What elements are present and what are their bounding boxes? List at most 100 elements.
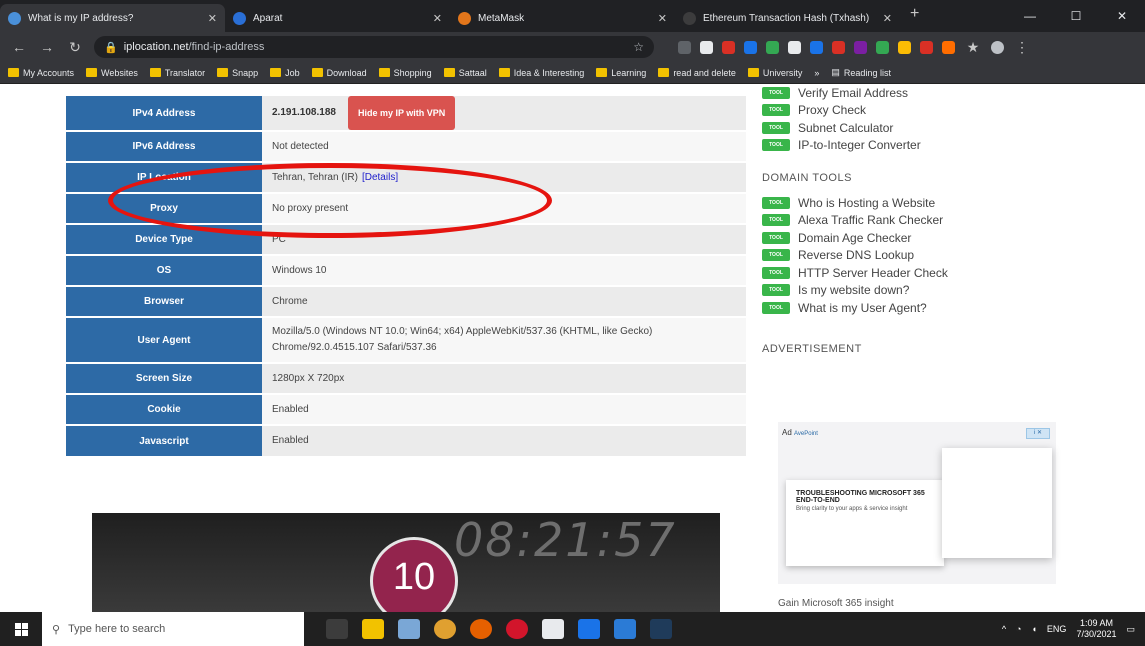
tool-link[interactable]: TOOL Verify Email Address xyxy=(762,84,1082,102)
window-controls: — ☐ ✕ xyxy=(1007,0,1145,32)
row-value: Not detected xyxy=(272,140,329,152)
app-icon[interactable] xyxy=(398,619,420,639)
taskbar-clock[interactable]: 1:09 AM 7/30/2021 xyxy=(1076,618,1116,640)
reload-icon[interactable]: ↻ xyxy=(66,39,84,56)
new-tab-button[interactable]: + xyxy=(900,5,929,28)
ad-choices-icon[interactable]: i ✕ xyxy=(1026,428,1050,439)
extension-icon[interactable] xyxy=(854,40,867,54)
details-link[interactable]: [Details] xyxy=(362,172,398,183)
reading-list[interactable]: ▤ Reading list xyxy=(831,67,891,78)
row-value-cell: No proxy present xyxy=(262,192,746,224)
tool-badge-icon: TOOL xyxy=(762,301,790,314)
extension-icon[interactable] xyxy=(678,40,691,54)
bookmark-folder[interactable]: Job xyxy=(270,68,300,78)
hide-ip-vpn-button[interactable]: Hide my IP with VPN xyxy=(347,96,456,130)
network-icon[interactable]: ◔ xyxy=(1016,624,1021,634)
bookmark-folder[interactable]: Websites xyxy=(86,68,138,78)
tool-link[interactable]: TOOL Proxy Check xyxy=(762,102,1082,120)
extension-icon[interactable] xyxy=(876,40,889,54)
forward-icon[interactable]: → xyxy=(38,39,56,55)
bookmark-folder[interactable]: Translator xyxy=(149,68,205,78)
browser-tab[interactable]: MetaMask ✕ xyxy=(450,4,675,32)
bookmark-folder[interactable]: Snapp xyxy=(217,68,258,78)
extension-icon[interactable] xyxy=(744,40,757,54)
tool-link[interactable]: TOOL Who is Hosting a Website xyxy=(762,194,1082,212)
notifications-icon[interactable]: ▭ xyxy=(1126,624,1135,635)
bookmark-folder[interactable]: My Accounts xyxy=(8,68,74,78)
extension-icon[interactable] xyxy=(722,40,735,54)
minimize-button[interactable]: — xyxy=(1007,9,1053,23)
page-content: IPv4 Address 2.191.108.188 Hide my IP with… xyxy=(0,84,1145,612)
bookmarks-bar: My Accounts Websites Translator Snapp Job Dow… xyxy=(0,62,1145,84)
bookmark-folder[interactable]: Download xyxy=(311,68,367,78)
extension-icon[interactable] xyxy=(788,40,801,54)
notepad-icon[interactable] xyxy=(542,619,564,639)
bookmark-folder[interactable]: Learning xyxy=(596,68,646,78)
ad-caption[interactable]: Gain Microsoft 365 insight xyxy=(778,598,894,609)
folder-icon xyxy=(596,68,608,77)
extension-icon[interactable] xyxy=(700,40,713,54)
extension-icon[interactable] xyxy=(766,40,779,54)
chrome-icon[interactable] xyxy=(434,619,456,639)
extension-icon[interactable] xyxy=(810,40,823,54)
puzzle-icon[interactable]: ★ xyxy=(964,39,982,56)
opera-icon[interactable] xyxy=(506,619,528,639)
tab-close-icon[interactable]: ✕ xyxy=(433,12,442,25)
profile-avatar[interactable] xyxy=(991,40,1004,54)
tool-link[interactable]: TOOL Reverse DNS Lookup xyxy=(762,247,1082,265)
row-label: IPv4 Address xyxy=(66,94,262,131)
bookmark-folder[interactable]: Idea & Interesting xyxy=(498,68,584,78)
bookmark-star-icon[interactable]: ☆ xyxy=(633,40,644,54)
tool-badge-icon: TOOL xyxy=(762,121,790,134)
browser-tab[interactable]: Aparat ✕ xyxy=(225,4,450,32)
back-icon[interactable]: ← xyxy=(10,39,28,55)
video-thumbnail[interactable]: 08:21:57 10 xyxy=(92,513,720,612)
extension-icon[interactable] xyxy=(898,40,911,54)
file-explorer-icon[interactable] xyxy=(362,619,384,639)
more-bookmarks-icon[interactable]: » xyxy=(814,68,819,78)
bookmark-label: University xyxy=(762,67,803,78)
volume-icon[interactable]: ◖ xyxy=(1031,624,1036,634)
outlook-icon[interactable] xyxy=(578,619,600,639)
firefox-icon[interactable] xyxy=(470,619,492,639)
bookmark-folder[interactable]: Shopping xyxy=(378,68,432,78)
tab-close-icon[interactable]: ✕ xyxy=(658,12,667,25)
tool-link[interactable]: TOOL Subnet Calculator xyxy=(762,119,1082,137)
language-indicator[interactable]: ENG xyxy=(1047,624,1067,634)
app-icon[interactable] xyxy=(614,619,636,639)
ad-banner[interactable]: Ad AvePoint i ✕ TROUBLESHOOTING MICROSOF… xyxy=(778,422,1056,584)
row-label: Screen Size xyxy=(66,362,262,394)
maximize-button[interactable]: ☐ xyxy=(1053,9,1099,23)
browser-tab[interactable]: Ethereum Transaction Hash (Txhash) ✕ xyxy=(675,4,900,32)
app-icon[interactable] xyxy=(650,619,672,639)
tool-badge-icon: TOOL xyxy=(762,196,790,209)
task-view-icon[interactable] xyxy=(326,619,348,639)
address-bar[interactable]: 🔒 iplocation.net/find-ip-address ☆ xyxy=(94,36,654,58)
bookmark-folder[interactable]: University xyxy=(747,67,803,78)
tool-link[interactable]: TOOL Domain Age Checker xyxy=(762,229,1082,247)
tab-close-icon[interactable]: ✕ xyxy=(208,12,217,25)
video-number-badge: 10 xyxy=(370,537,458,612)
bookmark-folder[interactable]: read and delete xyxy=(658,68,736,78)
taskbar-search[interactable]: ⚲ Type here to search xyxy=(42,612,304,646)
tool-badge-icon: TOOL xyxy=(762,214,790,227)
tab-close-icon[interactable]: ✕ xyxy=(883,12,892,25)
ip-info-table: IPv4 Address 2.191.108.188 Hide my IP with… xyxy=(66,94,746,456)
tool-link[interactable]: TOOL What is my User Agent? xyxy=(762,299,1082,317)
tool-link[interactable]: TOOL Is my website down? xyxy=(762,282,1082,300)
close-window-button[interactable]: ✕ xyxy=(1099,9,1145,23)
extension-icon[interactable] xyxy=(942,40,955,54)
bookmark-folder[interactable]: Sattaal xyxy=(443,68,487,78)
tool-label: IP-to-Integer Converter xyxy=(798,138,921,153)
extension-icon[interactable] xyxy=(920,40,933,54)
tool-link[interactable]: TOOL IP-to-Integer Converter xyxy=(762,137,1082,155)
tray-chevron-icon[interactable]: ^ xyxy=(1002,624,1006,634)
start-button[interactable] xyxy=(0,612,42,646)
menu-icon[interactable]: ⋮ xyxy=(1013,39,1031,56)
extension-icon[interactable] xyxy=(832,40,845,54)
tool-link[interactable]: TOOL Alexa Traffic Rank Checker xyxy=(762,212,1082,230)
folder-icon xyxy=(217,68,229,77)
tool-link[interactable]: TOOL HTTP Server Header Check xyxy=(762,264,1082,282)
browser-tab[interactable]: What is my IP address? ✕ xyxy=(0,4,225,32)
ad-document-image xyxy=(942,448,1052,558)
